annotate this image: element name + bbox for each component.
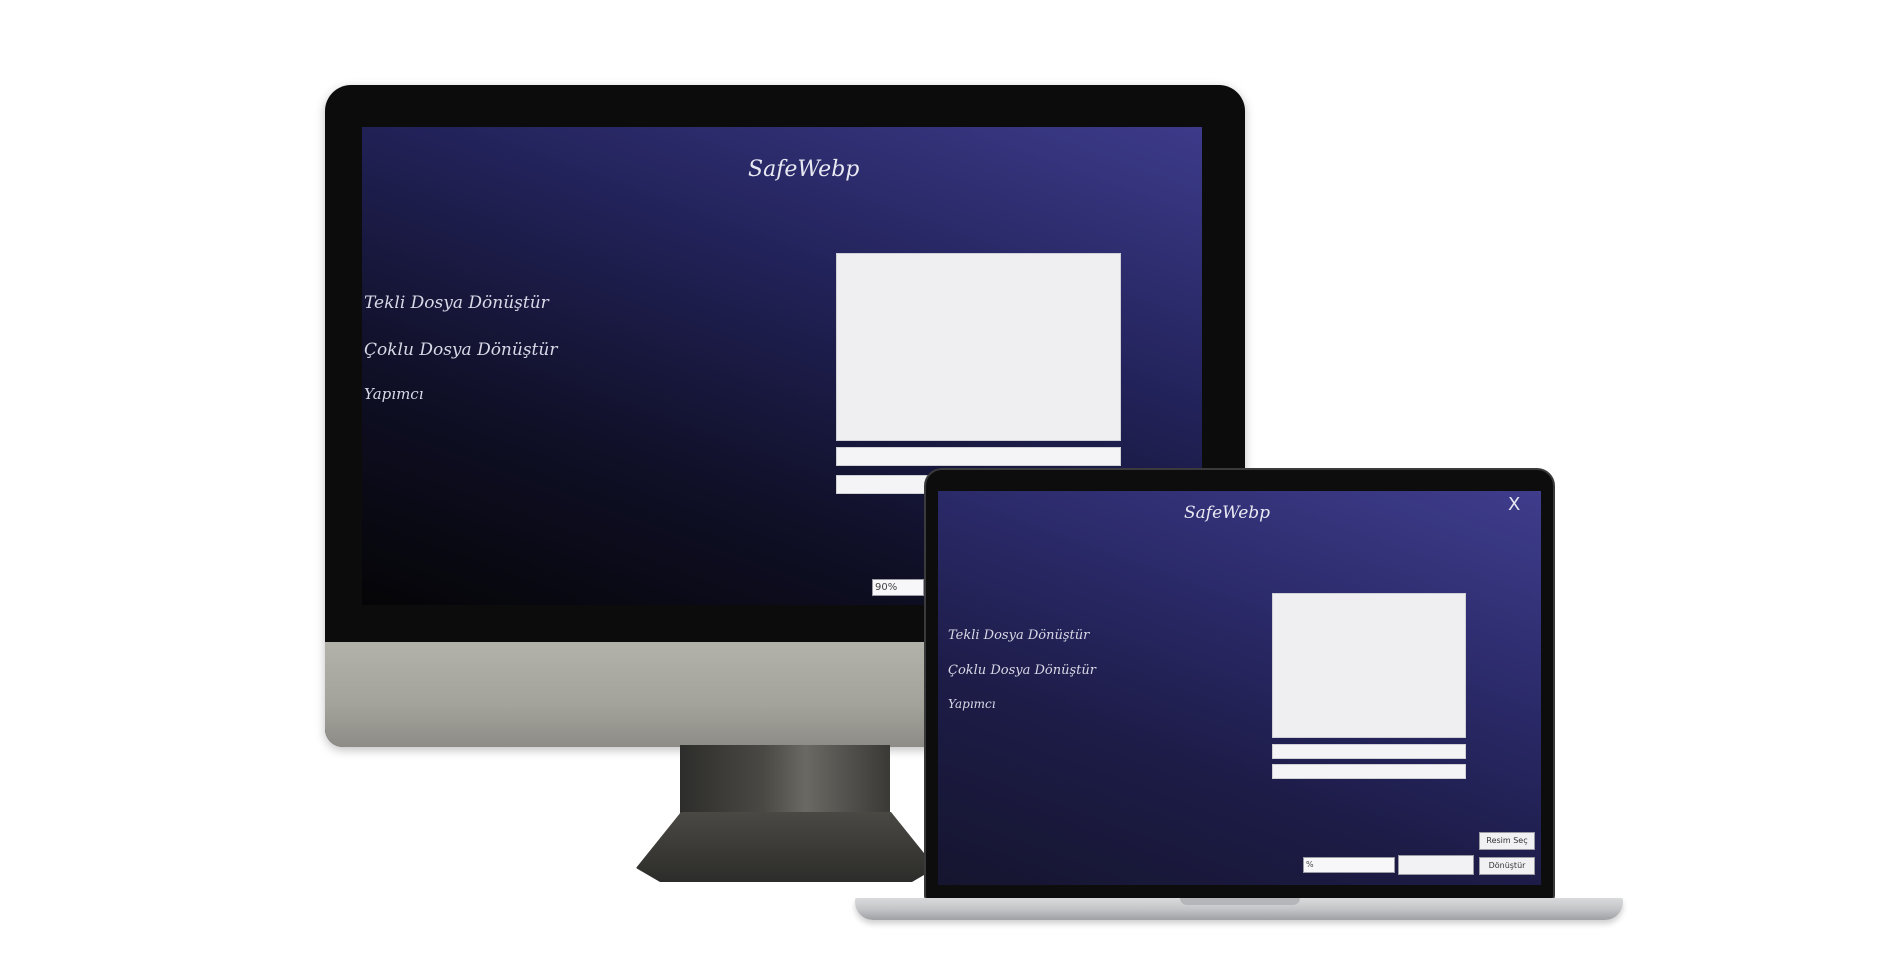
app-title: SafeWebp: [748, 157, 860, 182]
select-image-button[interactable]: Resim Seç: [1479, 832, 1535, 850]
image-preview: [1272, 593, 1466, 738]
app-title: SafeWebp: [1184, 503, 1271, 523]
menu-item-author[interactable]: Yapımcı: [364, 385, 424, 403]
menu-item-multi-convert[interactable]: Çoklu Dosya Dönüştür: [364, 340, 557, 360]
monitor-stand-base: [636, 812, 936, 882]
laptop-notch: [1180, 898, 1300, 905]
menu-item-single-convert[interactable]: Tekli Dosya Dönüştür: [364, 293, 549, 313]
menu-item-single-convert[interactable]: Tekli Dosya Dönüştür: [948, 628, 1089, 643]
progress-bar: [1398, 855, 1474, 875]
output-path-field[interactable]: [1272, 764, 1466, 779]
file-path-field[interactable]: [1272, 744, 1466, 759]
quality-input[interactable]: 90%: [872, 579, 924, 596]
monitor-stand-neck: [680, 745, 890, 813]
mockup-stage: SafeWebp X Tekli Dosya Dönüştür Çoklu Do…: [0, 0, 1891, 957]
image-preview: [836, 253, 1121, 441]
close-icon[interactable]: X: [1508, 496, 1520, 514]
file-path-field[interactable]: [836, 447, 1121, 466]
laptop-app-window: SafeWebp X Tekli Dosya Dönüştür Çoklu Do…: [938, 491, 1541, 885]
quality-input[interactable]: %: [1303, 857, 1395, 873]
laptop-lid: SafeWebp X Tekli Dosya Dönüştür Çoklu Do…: [924, 468, 1555, 900]
menu-item-multi-convert[interactable]: Çoklu Dosya Dönüştür: [948, 663, 1096, 678]
convert-button[interactable]: Dönüştür: [1479, 857, 1535, 875]
menu-item-author[interactable]: Yapımcı: [948, 697, 996, 711]
